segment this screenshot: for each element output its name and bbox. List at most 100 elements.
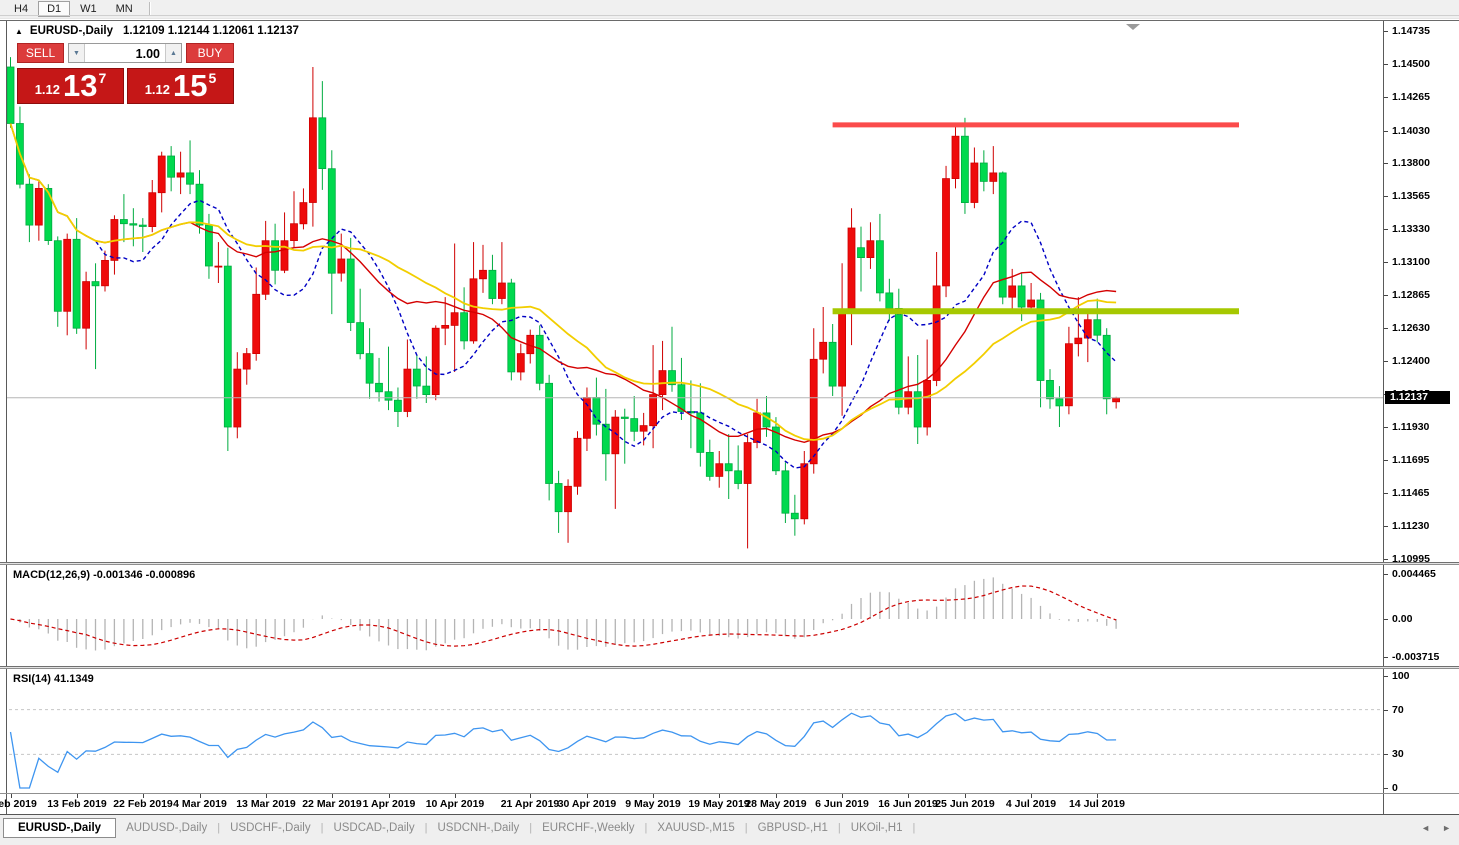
price-axis-label: 1.13330 — [1392, 223, 1430, 235]
price-axis-tick — [1384, 526, 1388, 527]
price-axis-label: 1.11465 — [1392, 487, 1429, 499]
price-axis-tick — [1384, 361, 1388, 362]
buy-price-big: 15 — [173, 72, 207, 101]
timeframe-toolbar: H4D1W1MN — [0, 0, 1459, 19]
timeframe-button-h4[interactable]: H4 — [5, 1, 37, 17]
toolbar-separator — [149, 2, 151, 16]
date-axis[interactable]: 4 Feb 201913 Feb 201922 Feb 20194 Mar 20… — [6, 794, 1383, 814]
macd-axis-label: -0.003715 — [1392, 651, 1439, 663]
chart-tab-ukoil[interactable]: UKOil-,H1 — [841, 822, 913, 834]
macd-chart[interactable] — [7, 565, 1383, 666]
macd-signal-line — [11, 586, 1117, 646]
sell-price-big: 13 — [63, 72, 97, 101]
price-axis-label: 1.13800 — [1392, 157, 1430, 169]
chart-tab-usdcad[interactable]: USDCAD-,Daily — [323, 822, 424, 834]
price-axis-label: 1.12400 — [1392, 355, 1430, 367]
volume-input[interactable]: 1.00 — [85, 44, 165, 62]
sell-price-box[interactable]: 1.12 13 7 — [17, 68, 124, 104]
macd-axis-label: 0.00 — [1392, 613, 1412, 625]
ma-20-line — [11, 124, 1117, 443]
price-axis[interactable]: 1.147351.145001.142651.140301.138001.135… — [1383, 21, 1459, 562]
volume-spinner: ▼ 1.00 ▲ — [68, 43, 182, 63]
price-axis-tick — [1384, 262, 1388, 263]
price-axis-tick — [1384, 163, 1388, 164]
last-price-tag: 1.12137 — [1385, 391, 1450, 404]
rsi-axis-tick — [1384, 710, 1388, 711]
volume-decrease-icon[interactable]: ▼ — [69, 44, 85, 62]
rsi-label: RSI(14) 41.1349 — [13, 673, 94, 685]
price-axis-label: 1.14500 — [1392, 58, 1430, 70]
price-axis-label: 1.13100 — [1392, 256, 1430, 268]
timeframe-button-d1[interactable]: D1 — [38, 1, 70, 17]
price-axis-label: 1.11930 — [1392, 421, 1429, 433]
rsi-axis[interactable]: 10070300 — [1383, 669, 1459, 793]
date-axis-label: 10 Apr 2019 — [413, 798, 497, 810]
rsi-axis-tick — [1384, 676, 1388, 677]
chart-tab-bar: EURUSD-,DailyAUDUSD-,Daily|USDCHF-,Daily… — [0, 815, 1459, 845]
sell-price-pip: 7 — [99, 71, 107, 85]
sell-price-prefix: 1.12 — [35, 83, 60, 101]
price-axis-tick — [1384, 427, 1388, 428]
panel-separator[interactable] — [0, 666, 1459, 669]
macd-panel[interactable]: MACD(12,26,9) -0.001346 -0.000896 — [6, 565, 1383, 666]
chart-tab-eurusd[interactable]: EURUSD-,Daily — [3, 818, 116, 838]
price-axis-tick — [1384, 328, 1388, 329]
tab-scroll-left-icon[interactable]: ◄ — [1421, 823, 1430, 833]
timeframe-button-mn[interactable]: MN — [107, 1, 142, 17]
macd-histogram — [11, 577, 1117, 650]
volume-increase-icon[interactable]: ▲ — [165, 44, 181, 62]
macd-label: MACD(12,26,9) -0.001346 -0.000896 — [13, 569, 195, 581]
price-axis-tick — [1384, 31, 1388, 32]
tab-scroll-right-icon[interactable]: ► — [1442, 823, 1451, 833]
buy-price-pip: 5 — [209, 71, 217, 85]
chart-tab-usdchf[interactable]: USDCHF-,Daily — [220, 822, 321, 834]
price-axis-label: 1.13565 — [1392, 190, 1430, 202]
chart-tab-audusd[interactable]: AUDUSD-,Daily — [116, 822, 217, 834]
chart-tabs: EURUSD-,DailyAUDUSD-,Daily|USDCHF-,Daily… — [3, 817, 915, 839]
timeframe-button-w1[interactable]: W1 — [71, 1, 106, 17]
price-axis-tick — [1384, 460, 1388, 461]
rsi-line — [11, 713, 1117, 788]
price-axis-tick — [1384, 131, 1388, 132]
price-axis-label: 1.11230 — [1392, 520, 1429, 532]
trading-terminal-window: H4D1W1MN ▲ EURUSD-,Daily 1.12109 1.12144… — [0, 0, 1459, 845]
macd-axis-tick — [1384, 574, 1388, 575]
price-axis-label: 1.11695 — [1392, 454, 1429, 466]
macd-axis-label: 0.004465 — [1392, 568, 1436, 580]
chart-shift-icon — [1126, 24, 1140, 30]
ma-30-line — [11, 124, 1117, 441]
main-chart-panel[interactable]: ▲ EURUSD-,Daily 1.12109 1.12144 1.12061 … — [6, 21, 1383, 562]
macd-axis-tick — [1384, 657, 1388, 658]
price-axis-label: 1.14735 — [1392, 25, 1430, 37]
price-axis-tick — [1384, 196, 1388, 197]
rsi-axis-label: 30 — [1392, 748, 1404, 760]
price-axis-tick — [1384, 229, 1388, 230]
rsi-axis-tick — [1384, 754, 1388, 755]
chart-title: ▲ EURUSD-,Daily 1.12109 1.12144 1.12061 … — [15, 25, 299, 37]
expand-arrow-icon[interactable]: ▲ — [15, 27, 23, 36]
sell-button[interactable]: SELL — [17, 43, 64, 63]
rsi-axis-tick — [1384, 788, 1388, 789]
chart-tab-usdcnh[interactable]: USDCNH-,Daily — [427, 822, 529, 834]
price-axis-tick — [1384, 295, 1388, 296]
chart-tab-gbpusd[interactable]: GBPUSD-,H1 — [748, 822, 838, 834]
chart-tab-xauusd[interactable]: XAUUSD-,M15 — [647, 822, 744, 834]
date-axis-label: 14 Jul 2019 — [1055, 798, 1139, 810]
price-axis-tick — [1384, 559, 1388, 560]
buy-button[interactable]: BUY — [186, 43, 234, 63]
ma-10-line — [11, 124, 1117, 469]
price-axis-label: 1.14265 — [1392, 91, 1430, 103]
buy-price-box[interactable]: 1.12 15 5 — [127, 68, 234, 104]
macd-axis[interactable]: 0.004465 0.00 -0.003715 — [1383, 565, 1459, 666]
axis-corner — [1383, 794, 1459, 814]
one-click-trading-panel: SELL ▼ 1.00 ▲ BUY 1.12 13 7 1.12 15 5 — [17, 43, 234, 104]
rsi-panel[interactable]: RSI(14) 41.1349 — [6, 669, 1383, 793]
buy-price-prefix: 1.12 — [145, 83, 170, 101]
panel-separator[interactable] — [0, 562, 1459, 565]
candles — [7, 57, 1120, 548]
macd-axis-tick — [1384, 619, 1388, 620]
price-axis-tick — [1384, 64, 1388, 65]
chart-tab-eurchf[interactable]: EURCHF-,Weekly — [532, 822, 644, 834]
panel-separator — [0, 793, 1459, 794]
rsi-chart[interactable] — [7, 669, 1383, 793]
